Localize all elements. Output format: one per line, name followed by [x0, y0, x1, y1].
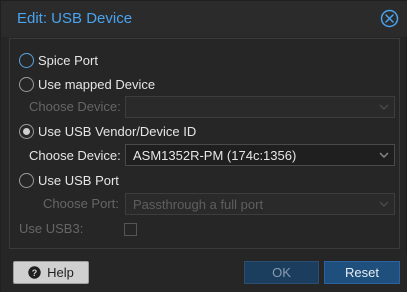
radio-button[interactable]	[19, 123, 34, 139]
reset-button-label: Reset	[345, 265, 379, 280]
usb3-label: Use USB3:	[19, 221, 84, 236]
radio-label-spice-port: Spice Port	[38, 52, 98, 68]
ok-button-label: OK	[272, 265, 291, 280]
radio-label-vendor-device-id: Use USB Vendor/Device ID	[38, 123, 197, 139]
mapped-device-label: Choose Device:	[29, 99, 121, 114]
help-button[interactable]: ? Help	[13, 261, 89, 284]
radio-label-usb-port: Use USB Port	[38, 172, 119, 188]
mapped-device-select[interactable]	[125, 96, 395, 118]
dialog-titlebar[interactable]: Edit: USB Device	[1, 1, 407, 37]
vendor-device-select[interactable]: ASM1352R-PM (174c:1356)	[125, 144, 395, 166]
radio-usb-port[interactable]: Use USB Port	[19, 171, 119, 189]
close-icon[interactable]	[380, 9, 399, 28]
help-button-label: Help	[47, 265, 74, 280]
radio-vendor-device-id[interactable]: Use USB Vendor/Device ID	[19, 122, 196, 140]
chevron-down-icon[interactable]	[378, 149, 390, 161]
vendor-device-value: ASM1352R-PM (174c:1356)	[133, 148, 297, 163]
question-circle-icon: ?	[28, 266, 41, 279]
svg-text:?: ?	[32, 268, 38, 278]
radio-mapped-device[interactable]: Use mapped Device	[19, 75, 155, 93]
usb-port-value: Passthrough a full port	[133, 197, 264, 212]
radio-button[interactable]	[19, 76, 34, 92]
radio-label-mapped-device: Use mapped Device	[38, 76, 156, 92]
reset-button[interactable]: Reset	[324, 261, 400, 284]
dialog-title: Edit: USB Device	[17, 10, 133, 27]
vendor-device-label: Choose Device:	[29, 148, 121, 163]
usb3-checkbox[interactable]	[124, 223, 137, 236]
chevron-down-icon[interactable]	[378, 198, 390, 210]
chevron-down-icon[interactable]	[378, 101, 390, 113]
usb-port-select[interactable]: Passthrough a full port	[125, 193, 395, 215]
ok-button[interactable]: OK	[244, 261, 319, 284]
radio-button[interactable]	[19, 52, 34, 68]
usb-port-label: Choose Port:	[43, 196, 119, 211]
radio-spice-port[interactable]: Spice Port	[19, 51, 98, 69]
edit-usb-device-dialog: Edit: USB Device Spice Port Use mapped D…	[0, 0, 407, 292]
radio-button[interactable]	[19, 172, 34, 188]
